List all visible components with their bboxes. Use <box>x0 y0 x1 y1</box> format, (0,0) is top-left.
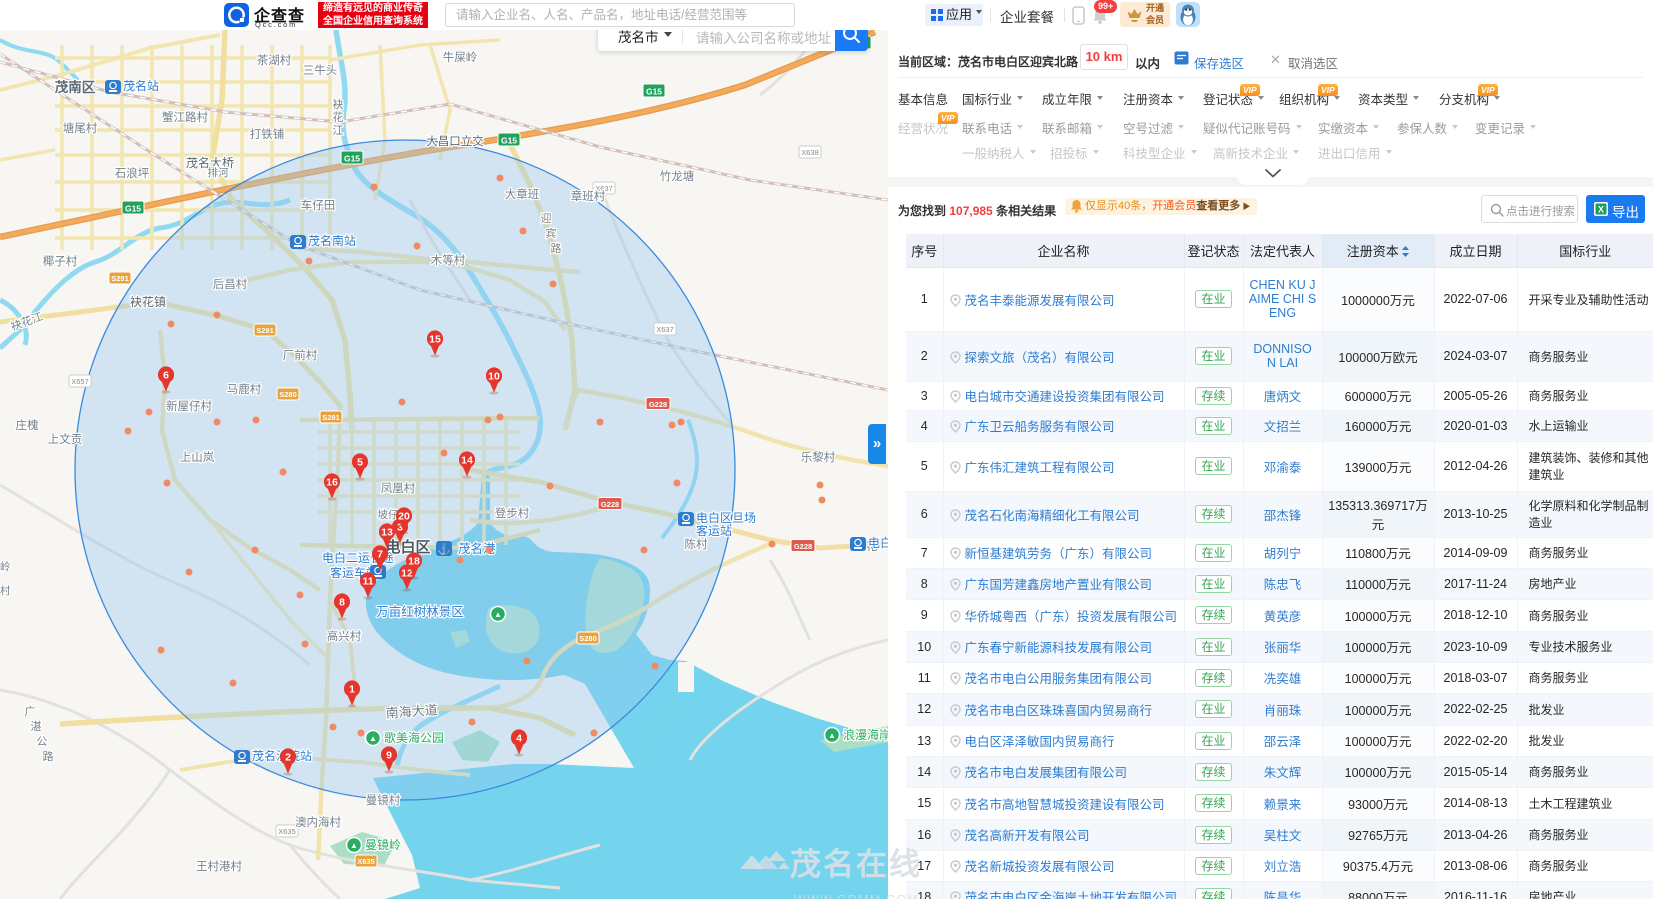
svg-text:椰子村: 椰子村 <box>43 254 78 268</box>
svg-text:万亩红树林景区: 万亩红树林景区 <box>376 604 464 619</box>
svg-text:G15: G15 <box>501 136 517 146</box>
svg-text:15: 15 <box>429 334 441 346</box>
svg-text:坡仔: 坡仔 <box>378 508 399 521</box>
svg-text:上山岚: 上山岚 <box>180 451 215 464</box>
svg-text:▲: ▲ <box>369 734 377 743</box>
svg-text:路: 路 <box>43 750 54 763</box>
svg-text:⚓: ⚓ <box>437 543 451 556</box>
svg-text:电白: 电白 <box>868 535 888 550</box>
svg-text:G228: G228 <box>649 400 667 409</box>
svg-text:G15: G15 <box>125 204 141 214</box>
svg-text:高兴村: 高兴村 <box>327 629 362 643</box>
svg-text:湛: 湛 <box>31 720 42 733</box>
svg-text:S291: S291 <box>256 326 274 335</box>
svg-text:曼镜岭: 曼镜岭 <box>365 837 401 852</box>
svg-text:凤凰村: 凤凰村 <box>381 481 416 495</box>
svg-text:10: 10 <box>488 371 500 383</box>
svg-text:4: 4 <box>516 733 522 745</box>
svg-text:歌美海公园: 歌美海公园 <box>384 730 444 745</box>
svg-text:S280: S280 <box>279 390 297 399</box>
svg-text:8: 8 <box>339 597 345 609</box>
svg-text:公: 公 <box>37 736 48 748</box>
svg-text:大昌口立交: 大昌口立交 <box>426 134 484 148</box>
svg-text:▲: ▲ <box>494 610 502 619</box>
svg-text:塘尾村: 塘尾村 <box>63 121 98 135</box>
svg-text:X638: X638 <box>801 148 819 157</box>
svg-text:客运站: 客运站 <box>696 523 732 538</box>
svg-text:G228: G228 <box>794 542 812 551</box>
svg-text:茂名站: 茂名站 <box>123 78 159 93</box>
svg-text:三牛头: 三牛头 <box>303 63 338 77</box>
svg-text:木等村: 木等村 <box>431 253 466 267</box>
svg-text:村: 村 <box>0 584 11 597</box>
svg-text:牛屎岭: 牛屎岭 <box>443 50 478 64</box>
svg-text:王村港村: 王村港村 <box>196 859 242 873</box>
svg-text:11: 11 <box>362 576 373 588</box>
svg-text:厂前村: 厂前村 <box>283 348 318 362</box>
svg-text:▲: ▲ <box>350 841 358 850</box>
svg-text:上文贡: 上文贡 <box>48 432 83 446</box>
svg-text:乐黎村: 乐黎村 <box>801 450 836 464</box>
svg-text:16: 16 <box>326 477 338 489</box>
svg-text:14: 14 <box>461 455 473 467</box>
svg-text:▲: ▲ <box>828 731 836 740</box>
svg-text:5: 5 <box>357 457 363 469</box>
svg-text:大章班: 大章班 <box>505 187 540 201</box>
svg-text:庄槐: 庄槐 <box>16 418 39 432</box>
svg-text:茂南区: 茂南区 <box>55 79 96 95</box>
svg-text:曼镜村: 曼镜村 <box>366 793 401 807</box>
svg-text:岭: 岭 <box>0 560 11 573</box>
svg-text:蟹江路村: 蟹江路村 <box>162 110 208 124</box>
svg-text:车仔田: 车仔田 <box>301 198 336 212</box>
svg-text:花: 花 <box>333 111 344 124</box>
svg-text:广: 广 <box>25 705 36 718</box>
svg-text:1: 1 <box>349 684 355 696</box>
svg-text:茶湖村: 茶湖村 <box>257 53 292 67</box>
svg-text:2: 2 <box>285 752 291 764</box>
svg-text:S291: S291 <box>111 274 129 283</box>
svg-text:18: 18 <box>408 556 420 568</box>
svg-text:9: 9 <box>386 750 392 762</box>
svg-text:茂名南站: 茂名南站 <box>308 233 356 248</box>
svg-text:X657: X657 <box>71 377 89 386</box>
svg-text:X: X <box>1598 205 1604 215</box>
svg-text:后昌村: 后昌村 <box>213 277 248 291</box>
svg-text:G15: G15 <box>344 154 360 164</box>
svg-text:X635: X635 <box>278 827 296 836</box>
svg-text:6: 6 <box>163 370 169 382</box>
svg-text:打铁铺: 打铁铺 <box>250 127 285 141</box>
svg-text:X637: X637 <box>656 325 674 334</box>
svg-text:电白区: 电白区 <box>385 538 430 556</box>
svg-text:路: 路 <box>551 242 562 255</box>
svg-text:13: 13 <box>381 527 393 539</box>
svg-text:7: 7 <box>377 549 383 561</box>
svg-text:江: 江 <box>333 124 344 137</box>
svg-text:20: 20 <box>398 511 410 523</box>
svg-text:G228: G228 <box>601 500 619 509</box>
svg-text:排河: 排河 <box>208 166 229 179</box>
svg-text:X635: X635 <box>357 857 375 866</box>
svg-text:陈村: 陈村 <box>685 537 708 551</box>
svg-text:浪漫海岸: 浪漫海岸 <box>843 727 888 742</box>
svg-text:石浪坪: 石浪坪 <box>115 166 150 180</box>
svg-text:G15: G15 <box>646 87 662 97</box>
svg-text:袂花镇: 袂花镇 <box>130 294 166 309</box>
svg-text:迎: 迎 <box>541 212 552 225</box>
svg-text:袂: 袂 <box>333 97 344 111</box>
svg-text:新屋仔村: 新屋仔村 <box>166 399 212 413</box>
svg-text:S280: S280 <box>579 634 597 643</box>
svg-text:竹龙塘: 竹龙塘 <box>660 169 695 183</box>
svg-text:澳内海村: 澳内海村 <box>295 815 341 829</box>
svg-text:S281: S281 <box>322 413 340 422</box>
svg-text:马鹿村: 马鹿村 <box>227 382 262 396</box>
svg-text:登步村: 登步村 <box>495 506 530 520</box>
svg-text:章班村: 章班村 <box>571 189 606 203</box>
svg-text:电白区旦场: 电白区旦场 <box>696 510 756 525</box>
svg-text:宾: 宾 <box>546 226 557 240</box>
